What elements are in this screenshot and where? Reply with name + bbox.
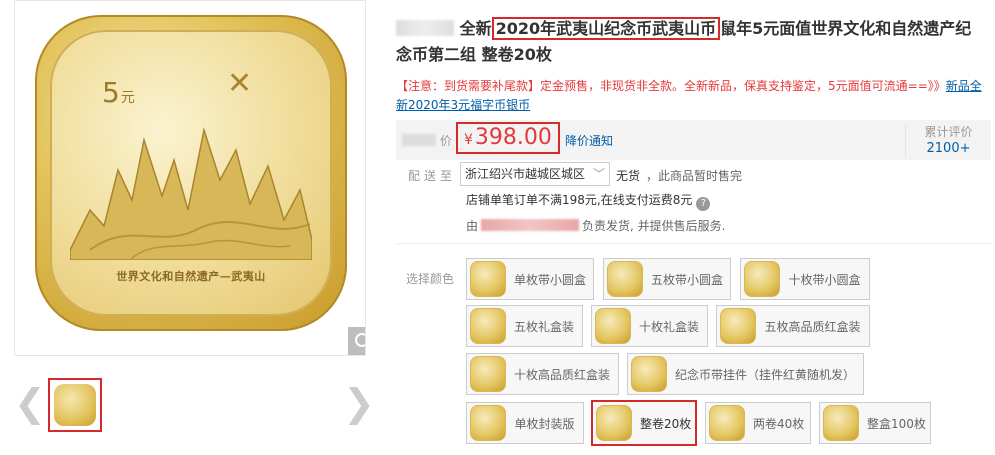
- option-item[interactable]: 十枚礼盒装: [591, 305, 708, 347]
- option-item[interactable]: 两卷40枚: [705, 402, 811, 444]
- seller-info: 由负责发货, 并提供售后服务.: [466, 219, 726, 233]
- option-item-selected[interactable]: 整卷20枚: [591, 400, 697, 446]
- coin-thumb-icon: [470, 308, 506, 344]
- price-value: ¥ 398.00: [456, 122, 560, 154]
- coin-image: 5元 ✕ 世界文化和自然遗产—武夷山: [35, 15, 347, 331]
- freight-info: 店铺单笔订单不满198元,在线支付运费8元?: [466, 191, 711, 211]
- help-icon[interactable]: ?: [696, 197, 711, 211]
- option-item[interactable]: 五枚带小圆盒: [603, 258, 731, 300]
- option-item[interactable]: 五枚高品质红盒装: [716, 305, 870, 347]
- coin-thumb-icon: [470, 261, 506, 297]
- shipping-label: 配送至: [408, 169, 457, 183]
- blurred-seller-link[interactable]: [481, 219, 580, 231]
- stock-status: 无货 ，此商品暂时售完: [616, 169, 743, 183]
- price-bar: 价 ¥ 398.00 降价通知 累计评价 2100+: [396, 120, 991, 160]
- coin-emblem-icon: ✕: [227, 66, 253, 101]
- price-alert-link[interactable]: 降价通知: [565, 132, 613, 149]
- thumbnail-next-arrow-icon[interactable]: ❯: [343, 384, 375, 422]
- coin-thumb-icon: [823, 405, 859, 441]
- coin-thumb-icon: [744, 261, 780, 297]
- coin-thumb-icon: [631, 356, 667, 392]
- thumbnail-image[interactable]: [48, 378, 102, 432]
- zoom-icon[interactable]: [348, 327, 365, 355]
- mountain-relief-image: [70, 127, 312, 260]
- chevron-down-icon: ﹀: [592, 167, 605, 181]
- coin-thumb-icon: [720, 308, 756, 344]
- coin-thumb-icon: [607, 261, 643, 297]
- option-item[interactable]: 十枚带小圆盒: [740, 258, 870, 300]
- coin-thumb-icon: [470, 356, 506, 392]
- option-item[interactable]: 单枚带小圆盒: [466, 258, 594, 300]
- product-title: 全新 2020年武夷山纪念币武夷山币 鼠年5元面值世界文化和自然遗产纪念币第二组 整…: [396, 17, 972, 64]
- price-label: 价: [402, 132, 452, 149]
- option-item[interactable]: 十枚高品质红盒装: [466, 353, 619, 395]
- coin-thumb-icon: [709, 405, 745, 441]
- region-select[interactable]: 浙江绍兴市越城区城区 ﹀: [460, 162, 610, 186]
- thumbnail-prev-arrow-icon[interactable]: ❮: [14, 384, 46, 422]
- main-product-image[interactable]: 5元 ✕ 世界文化和自然遗产—武夷山: [14, 0, 366, 356]
- coin-thumb-icon: [596, 405, 632, 441]
- promo-notice: 【注意：到货需要补尾款】定金预售，非现货非全款。全新新品，保真支持鉴定，5元面值…: [396, 79, 982, 112]
- coin-thumb-icon: [470, 405, 506, 441]
- option-item[interactable]: 五枚礼盒装: [466, 305, 583, 347]
- divider: [396, 243, 991, 244]
- option-item[interactable]: 纪念币带挂件（挂件红黄随机发）: [627, 353, 864, 395]
- coin-thumb-icon: [595, 308, 631, 344]
- blurred-brand: [396, 20, 454, 36]
- review-count[interactable]: 累计评价 2100+: [905, 124, 991, 158]
- option-item[interactable]: 整盒100枚: [819, 402, 931, 444]
- bottom-strip: [14, 448, 364, 455]
- option-item[interactable]: 单枚封装版: [466, 402, 584, 444]
- options-label: 选择颜色: [406, 272, 455, 286]
- title-highlight: 2020年武夷山纪念币武夷山币: [491, 17, 721, 40]
- coin-legend: 世界文化和自然遗产—武夷山: [116, 270, 266, 283]
